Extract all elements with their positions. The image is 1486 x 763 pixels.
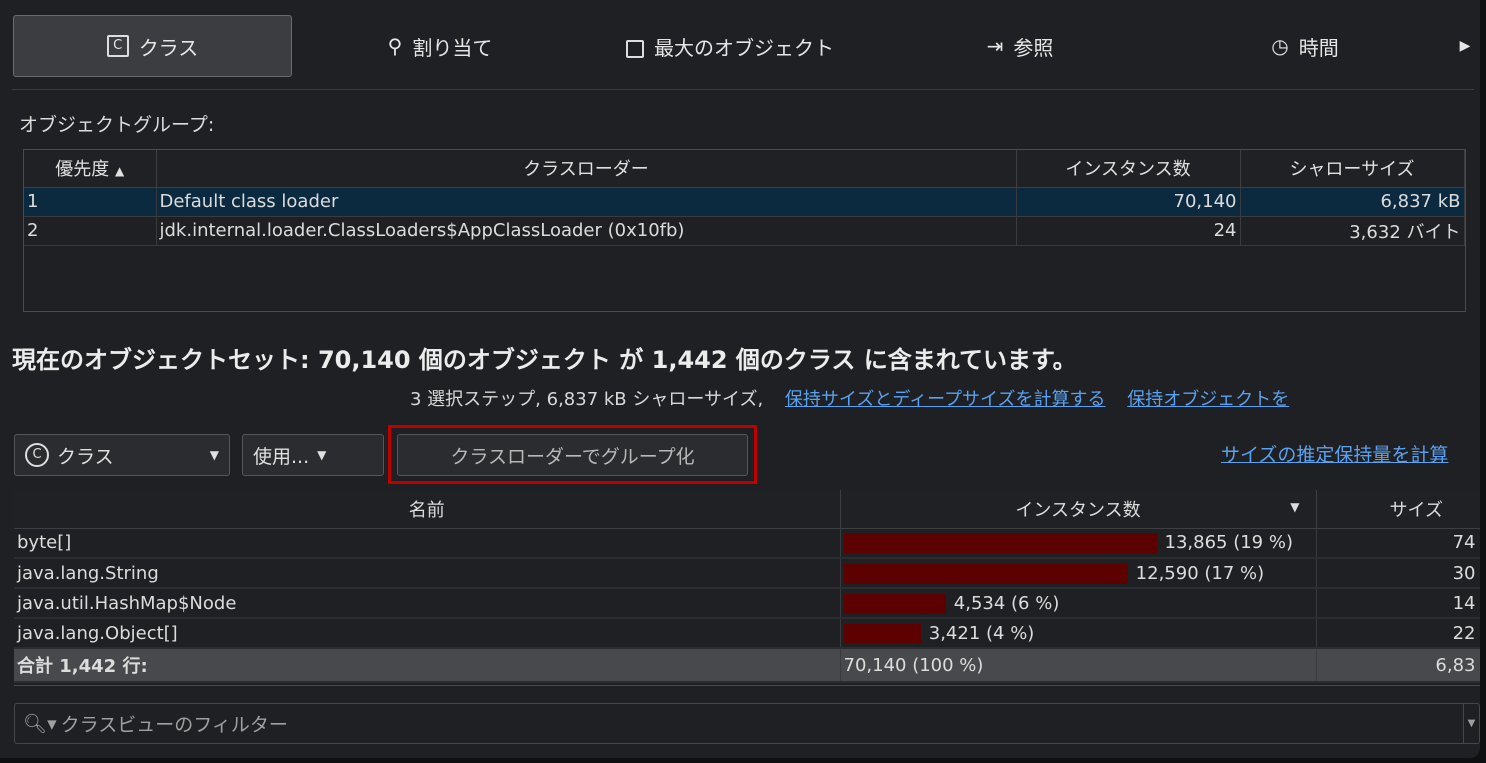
classes-table: 名前 インスタンス数 ▼ サイズ byte[] 13,865 (19 %) 74 j… xyxy=(14,490,1480,686)
cell-size: 22 xyxy=(1316,618,1480,649)
sort-desc-icon: ▼ xyxy=(1290,500,1300,514)
view-dropdown[interactable]: C クラス ▼ xyxy=(14,434,230,476)
instance-bar xyxy=(843,623,921,644)
total-row: 合計 1,442 行: 70,140 (100 %) 6,83 xyxy=(14,648,1480,683)
window: C クラス ⚲ 割り当て 最大のオブジェクト ⇥ 参照 ◷ 時間 ▶ オブジェクトグル… xyxy=(0,0,1480,758)
table-row[interactable]: java.lang.String 12,590 (17 %) 30 xyxy=(14,558,1480,589)
tab-allocations[interactable]: ⚲ 割り当て xyxy=(340,15,540,77)
use-dropdown[interactable]: 使用... ▼ xyxy=(242,434,384,476)
filter-placeholder: クラスビューのフィルター xyxy=(60,714,288,736)
tab-biggest-objects[interactable]: 最大のオブジェクト xyxy=(600,15,860,77)
cell-size: 6,837 kB xyxy=(1240,187,1465,217)
chevron-down-icon: ▼ xyxy=(317,448,327,462)
tab-label: クラス xyxy=(138,35,199,60)
object-groups-table: 優先度 ▲ クラスローダー インスタンス数 シャローサイズ 1 Default … xyxy=(23,149,1466,312)
cell-name: java.lang.String xyxy=(14,558,841,589)
table-row[interactable]: java.util.HashMap$Node 4,534 (6 %) 14 xyxy=(14,588,1480,619)
divider xyxy=(12,89,1474,90)
cell-name: java.lang.Object[] xyxy=(14,618,841,649)
sort-asc-icon: ▲ xyxy=(115,164,125,179)
col-size[interactable]: サイズ xyxy=(1316,490,1480,529)
tab-label: 参照 xyxy=(1013,35,1054,60)
cell-loader: Default class loader xyxy=(156,187,1017,217)
instance-bar xyxy=(843,563,1128,584)
tab-time[interactable]: ◷ 時間 xyxy=(1250,15,1360,77)
tab-label: 最大のオブジェクト xyxy=(654,35,834,60)
table-row[interactable]: java.lang.Object[] 3,421 (4 %) 22 xyxy=(14,618,1480,649)
table-row[interactable]: 2 jdk.internal.loader.ClassLoaders$AppCl… xyxy=(24,216,1465,246)
object-set-heading: 現在のオブジェクトセット: 70,140 個のオブジェクト が 1,442 個の… xyxy=(12,346,1077,374)
col-priority[interactable]: 優先度 ▲ xyxy=(24,150,157,188)
instance-bar xyxy=(843,593,946,614)
retained-objects-link[interactable]: 保持オブジェクトを xyxy=(1127,389,1289,410)
cell-instances: 70,140 xyxy=(1016,187,1241,217)
cell-size: 74 xyxy=(1316,528,1480,559)
class-icon: C xyxy=(25,443,49,467)
cell-instances: 13,865 (19 %) xyxy=(840,528,1317,559)
col-instances[interactable]: インスタンス数 ▼ xyxy=(840,490,1317,529)
cell-instances: 24 xyxy=(1016,216,1241,246)
total-label: 合計 1,442 行: xyxy=(14,648,841,683)
table-row[interactable]: 1 Default class loader 70,140 6,837 kB xyxy=(24,187,1465,217)
reference-arrow-icon: ⇥ xyxy=(986,34,1004,58)
chevron-down-icon: ▼ xyxy=(209,448,219,462)
table-row[interactable]: byte[] 13,865 (19 %) 74 xyxy=(14,528,1480,559)
clock-icon: ◷ xyxy=(1271,34,1289,58)
cell-size: 14 xyxy=(1316,588,1480,619)
tab-label: 割り当て xyxy=(412,35,493,60)
tab-references[interactable]: ⇥ 参照 xyxy=(960,15,1080,77)
view-label: クラス xyxy=(57,445,114,468)
cell-instances: 4,534 (6 %) xyxy=(840,588,1317,619)
col-shallow-size[interactable]: シャローサイズ xyxy=(1240,150,1465,188)
tab-classes[interactable]: C クラス xyxy=(13,15,292,77)
total-size: 6,83 xyxy=(1316,648,1480,683)
col-name[interactable]: 名前 xyxy=(14,490,841,529)
cell-instances: 3,421 (4 %) xyxy=(840,618,1317,649)
summary-text: 3 選択ステップ, 6,837 kB シャローサイズ, xyxy=(410,389,764,410)
total-instances: 70,140 (100 %) xyxy=(840,648,1317,683)
class-filter-input[interactable]: 🔍︎▾ クラスビューのフィルター ▼ xyxy=(14,703,1480,744)
estimate-retained-link[interactable]: サイズの推定保持量を計算 xyxy=(1221,440,1448,467)
col-class-loader[interactable]: クラスローダー xyxy=(156,150,1017,188)
tabs-scroll-right-icon[interactable]: ▶ xyxy=(1455,15,1475,77)
cell-loader: jdk.internal.loader.ClassLoaders$AppClas… xyxy=(156,216,1017,246)
calc-retained-link[interactable]: 保持サイズとディープサイズを計算する xyxy=(785,389,1106,410)
cell-name: java.util.HashMap$Node xyxy=(14,588,841,619)
cell-priority: 2 xyxy=(24,216,157,246)
cell-instances: 12,590 (17 %) xyxy=(840,558,1317,589)
instance-bar xyxy=(843,533,1157,554)
search-icon: 🔍︎▾ xyxy=(23,713,57,735)
class-icon: C xyxy=(106,35,129,57)
filter-dropdown-icon[interactable]: ▼ xyxy=(1463,704,1479,743)
summary-line: 3 選択ステップ, 6,837 kB シャローサイズ, 保持サイズとディープサイ… xyxy=(410,385,1289,411)
col-instances[interactable]: インスタンス数 xyxy=(1016,150,1241,188)
cell-name: byte[] xyxy=(14,528,841,559)
bag-icon xyxy=(626,40,644,58)
object-groups-label: オブジェクトグループ: xyxy=(19,114,215,136)
cell-size: 3,632 バイト xyxy=(1240,216,1465,246)
tab-label: 時間 xyxy=(1298,35,1339,60)
group-by-class-loader-button[interactable]: クラスローダーでグループ化 xyxy=(397,434,748,476)
use-label: 使用... xyxy=(253,445,310,468)
cell-size: 30 xyxy=(1316,558,1480,589)
cell-priority: 1 xyxy=(24,187,157,217)
location-pin-icon: ⚲ xyxy=(387,34,403,58)
